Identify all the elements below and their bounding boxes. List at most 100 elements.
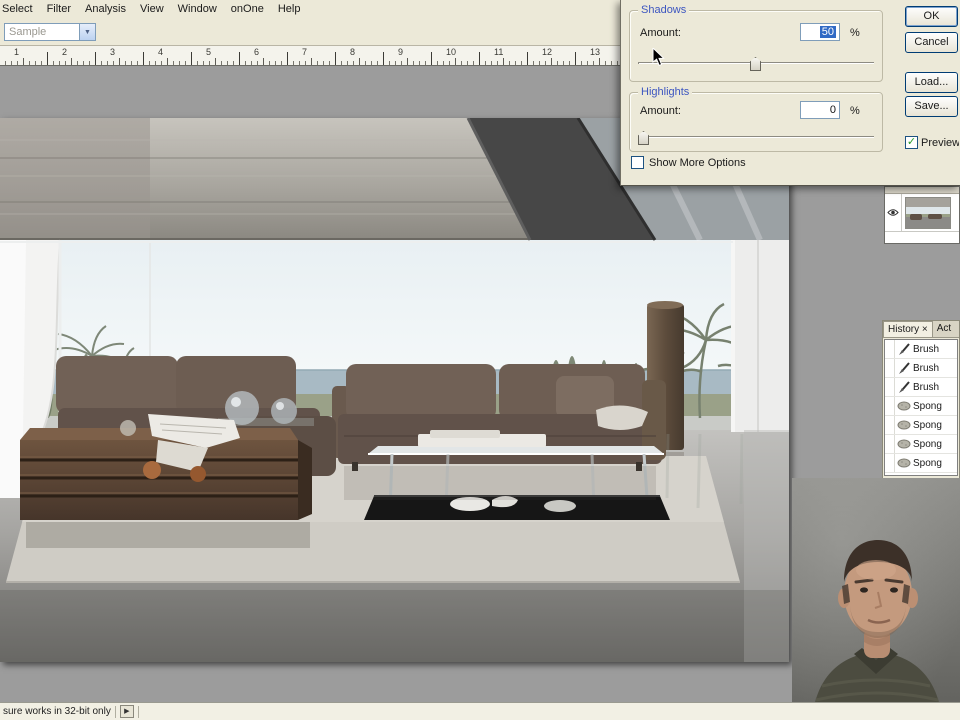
ruler-number: 8 — [350, 47, 355, 57]
ruler-number: 9 — [398, 47, 403, 57]
menu-onone[interactable]: onOne — [223, 1, 272, 17]
history-item[interactable]: Brush — [885, 359, 957, 378]
menu-analysis[interactable]: Analysis — [77, 1, 134, 17]
shadows-group-label: Shadows — [638, 4, 689, 16]
show-more-options-label: Show More Options — [649, 157, 746, 169]
history-item[interactable]: Brush — [885, 378, 957, 397]
ruler-number: 4 — [158, 47, 163, 57]
highlights-slider[interactable] — [636, 129, 876, 147]
highlights-slider-track — [638, 136, 874, 138]
ruler-number: 10 — [446, 47, 456, 57]
living-room-image — [0, 118, 789, 662]
sponge-icon — [895, 420, 913, 430]
highlights-amount-value: 0 — [830, 104, 836, 116]
history-source-well[interactable] — [885, 340, 895, 358]
history-list: Brush Brush Brush Spong Spong — [884, 339, 958, 476]
tab-actions-label: Act — [937, 323, 951, 334]
sample-dropdown[interactable]: Sample ▼ — [4, 23, 96, 41]
brush-icon — [895, 362, 913, 375]
history-item[interactable]: Spong — [885, 435, 957, 454]
status-text: sure works in 32-bit only — [3, 706, 111, 717]
load-button[interactable]: Load... — [905, 72, 958, 93]
ruler-number: 5 — [206, 47, 211, 57]
webcam-video — [792, 478, 960, 720]
history-item-label: Brush — [913, 344, 939, 355]
highlights-amount-label: Amount: — [640, 105, 681, 117]
ruler-number: 11 — [494, 47, 503, 57]
history-source-well[interactable] — [885, 359, 895, 377]
ruler-number: 6 — [254, 47, 259, 57]
layer-row[interactable] — [885, 194, 959, 232]
history-source-well[interactable] — [885, 378, 895, 396]
ok-button[interactable]: OK — [905, 6, 958, 27]
shadows-unit-label: % — [850, 27, 860, 39]
menu-filter[interactable]: Filter — [39, 1, 79, 17]
history-item[interactable]: Spong — [885, 454, 957, 473]
ruler-number: 2 — [62, 47, 67, 57]
preview-checkbox[interactable]: ✓ — [905, 136, 918, 149]
layers-panel-strip — [885, 187, 959, 194]
history-source-well[interactable] — [885, 397, 895, 415]
sponge-icon — [895, 439, 913, 449]
history-panel: History × Act Brush Brush Brush — [882, 320, 960, 480]
status-bar: sure works in 32-bit only ▶ — [0, 702, 960, 720]
highlights-amount-input[interactable]: 0 — [800, 101, 840, 119]
shadows-amount-label: Amount: — [640, 27, 681, 39]
history-item-label: Spong — [913, 401, 942, 412]
highlights-group: Highlights Amount: 0 % — [629, 92, 883, 152]
ruler-number: 13 — [590, 47, 600, 57]
document-canvas[interactable] — [0, 118, 789, 662]
highlights-group-label: Highlights — [638, 86, 692, 98]
preview-label: Preview — [921, 137, 959, 149]
history-item-label: Spong — [913, 439, 942, 450]
shadows-amount-input[interactable]: 50 — [800, 23, 840, 41]
layers-panel-fragment — [884, 186, 960, 244]
save-button[interactable]: Save... — [905, 96, 958, 117]
ruler-number: 7 — [302, 47, 307, 57]
cancel-button[interactable]: Cancel — [905, 32, 958, 53]
menu-view[interactable]: View — [132, 1, 172, 17]
history-item[interactable]: Brush — [885, 340, 957, 359]
ruler-number: 1 — [14, 47, 19, 57]
ruler-number: 3 — [110, 47, 115, 57]
shadows-amount-value: 50 — [820, 26, 836, 38]
shadows-slider-thumb[interactable] — [750, 57, 761, 71]
history-item-label: Brush — [913, 382, 939, 393]
history-item[interactable]: Spong — [885, 416, 957, 435]
brush-icon — [895, 343, 913, 356]
presenter-portrait — [792, 478, 960, 720]
tab-history[interactable]: History × — [883, 321, 933, 337]
close-icon[interactable]: × — [922, 324, 928, 335]
tab-actions[interactable]: Act — [933, 321, 955, 337]
shadows-group: Shadows Amount: 50 % — [629, 10, 883, 82]
brush-icon — [895, 381, 913, 394]
history-source-well[interactable] — [885, 454, 895, 472]
history-item-label: Brush — [913, 363, 939, 374]
sample-dropdown-value: Sample — [9, 26, 46, 38]
sponge-icon — [895, 458, 913, 468]
menu-help[interactable]: Help — [270, 1, 309, 17]
ruler-number: 12 — [542, 47, 552, 57]
sponge-icon — [895, 401, 913, 411]
shadows-slider[interactable] — [636, 55, 876, 73]
layer-thumbnail — [905, 197, 951, 229]
history-source-well[interactable] — [885, 416, 895, 434]
history-item-label: Spong — [913, 420, 942, 431]
chevron-down-icon: ▼ — [79, 24, 95, 40]
menu-select[interactable]: Select — [0, 1, 41, 17]
show-more-options-checkbox[interactable] — [631, 156, 644, 169]
history-source-well[interactable] — [885, 435, 895, 453]
history-tab-bar: History × Act — [883, 321, 959, 338]
history-item-label: Spong — [913, 458, 942, 469]
status-divider — [115, 706, 116, 718]
tab-history-label: History — [888, 324, 919, 335]
photoshop-window: Select Filter Analysis View Window onOne… — [0, 0, 960, 720]
eye-icon — [887, 208, 899, 217]
play-icon[interactable]: ▶ — [120, 705, 134, 718]
mouse-cursor-icon — [652, 48, 665, 67]
menu-window[interactable]: Window — [170, 1, 225, 17]
status-divider — [138, 706, 139, 718]
history-item[interactable]: Spong — [885, 397, 957, 416]
layer-visibility-toggle[interactable] — [885, 194, 902, 231]
highlights-slider-thumb[interactable] — [638, 131, 649, 145]
